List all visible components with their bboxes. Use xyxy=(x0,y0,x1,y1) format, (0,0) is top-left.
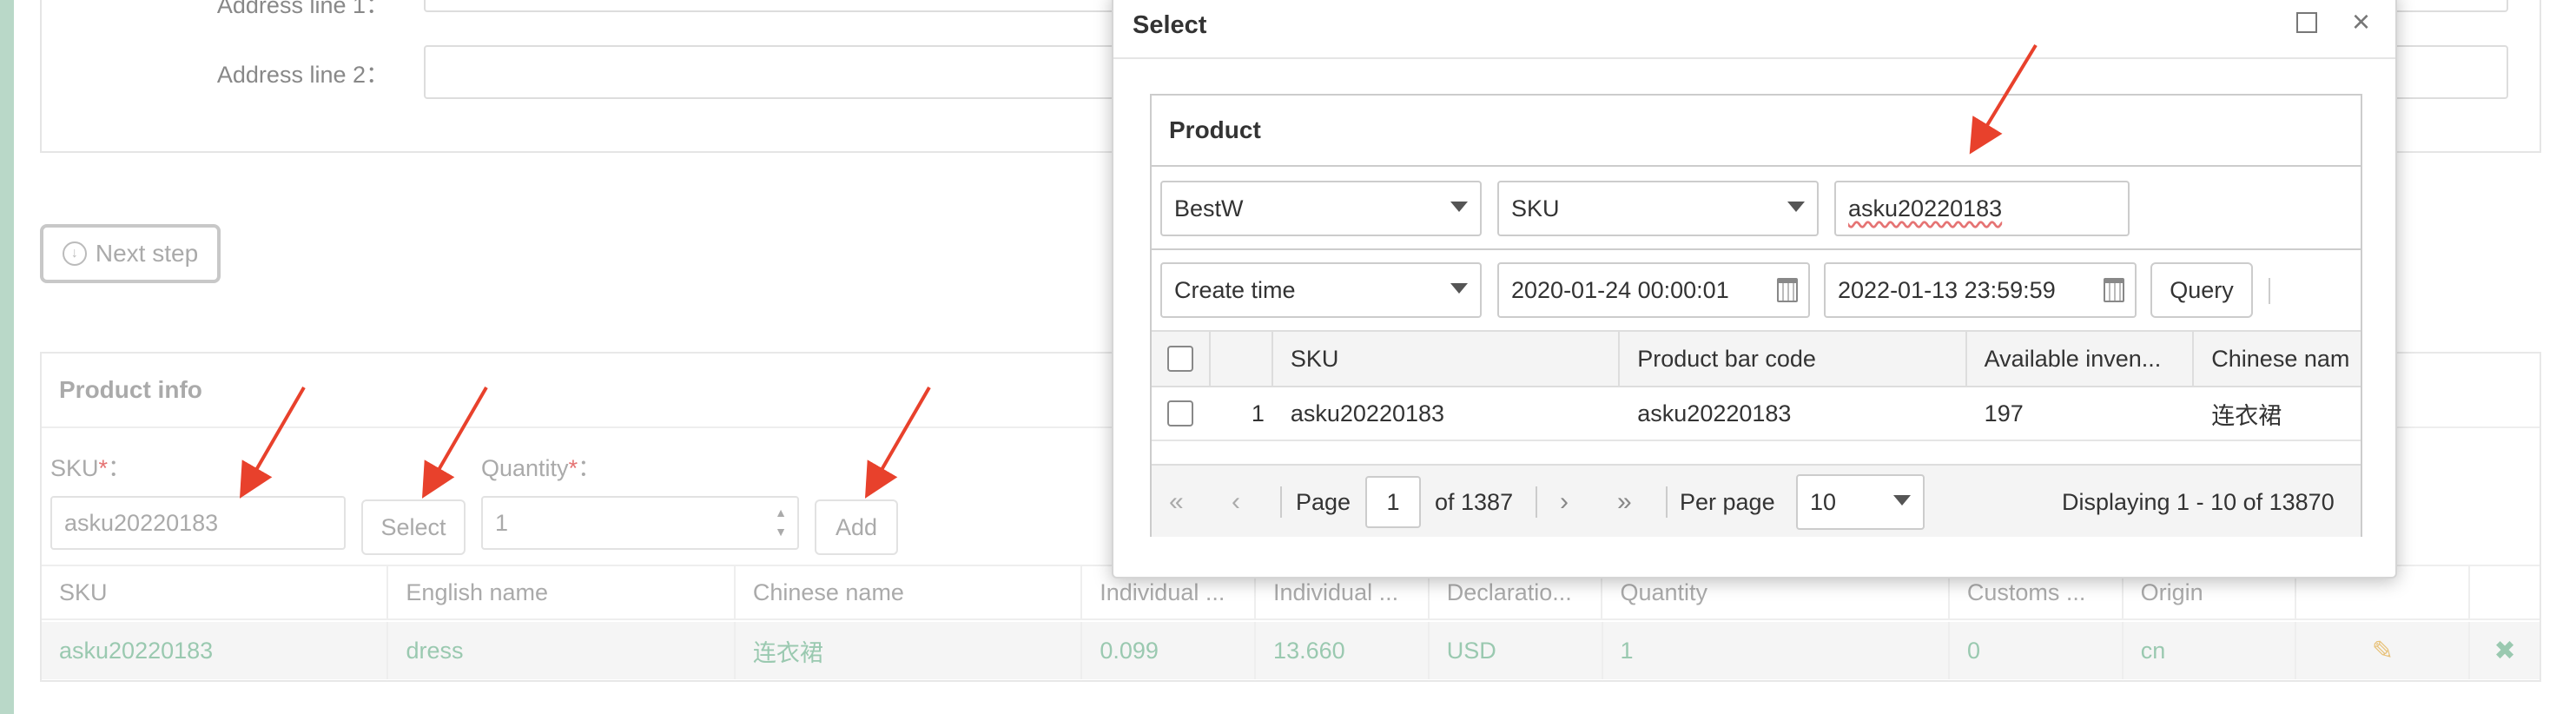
annotation-arrow-dialog xyxy=(1969,43,2038,155)
annotation-arrow-search xyxy=(1969,43,2038,155)
